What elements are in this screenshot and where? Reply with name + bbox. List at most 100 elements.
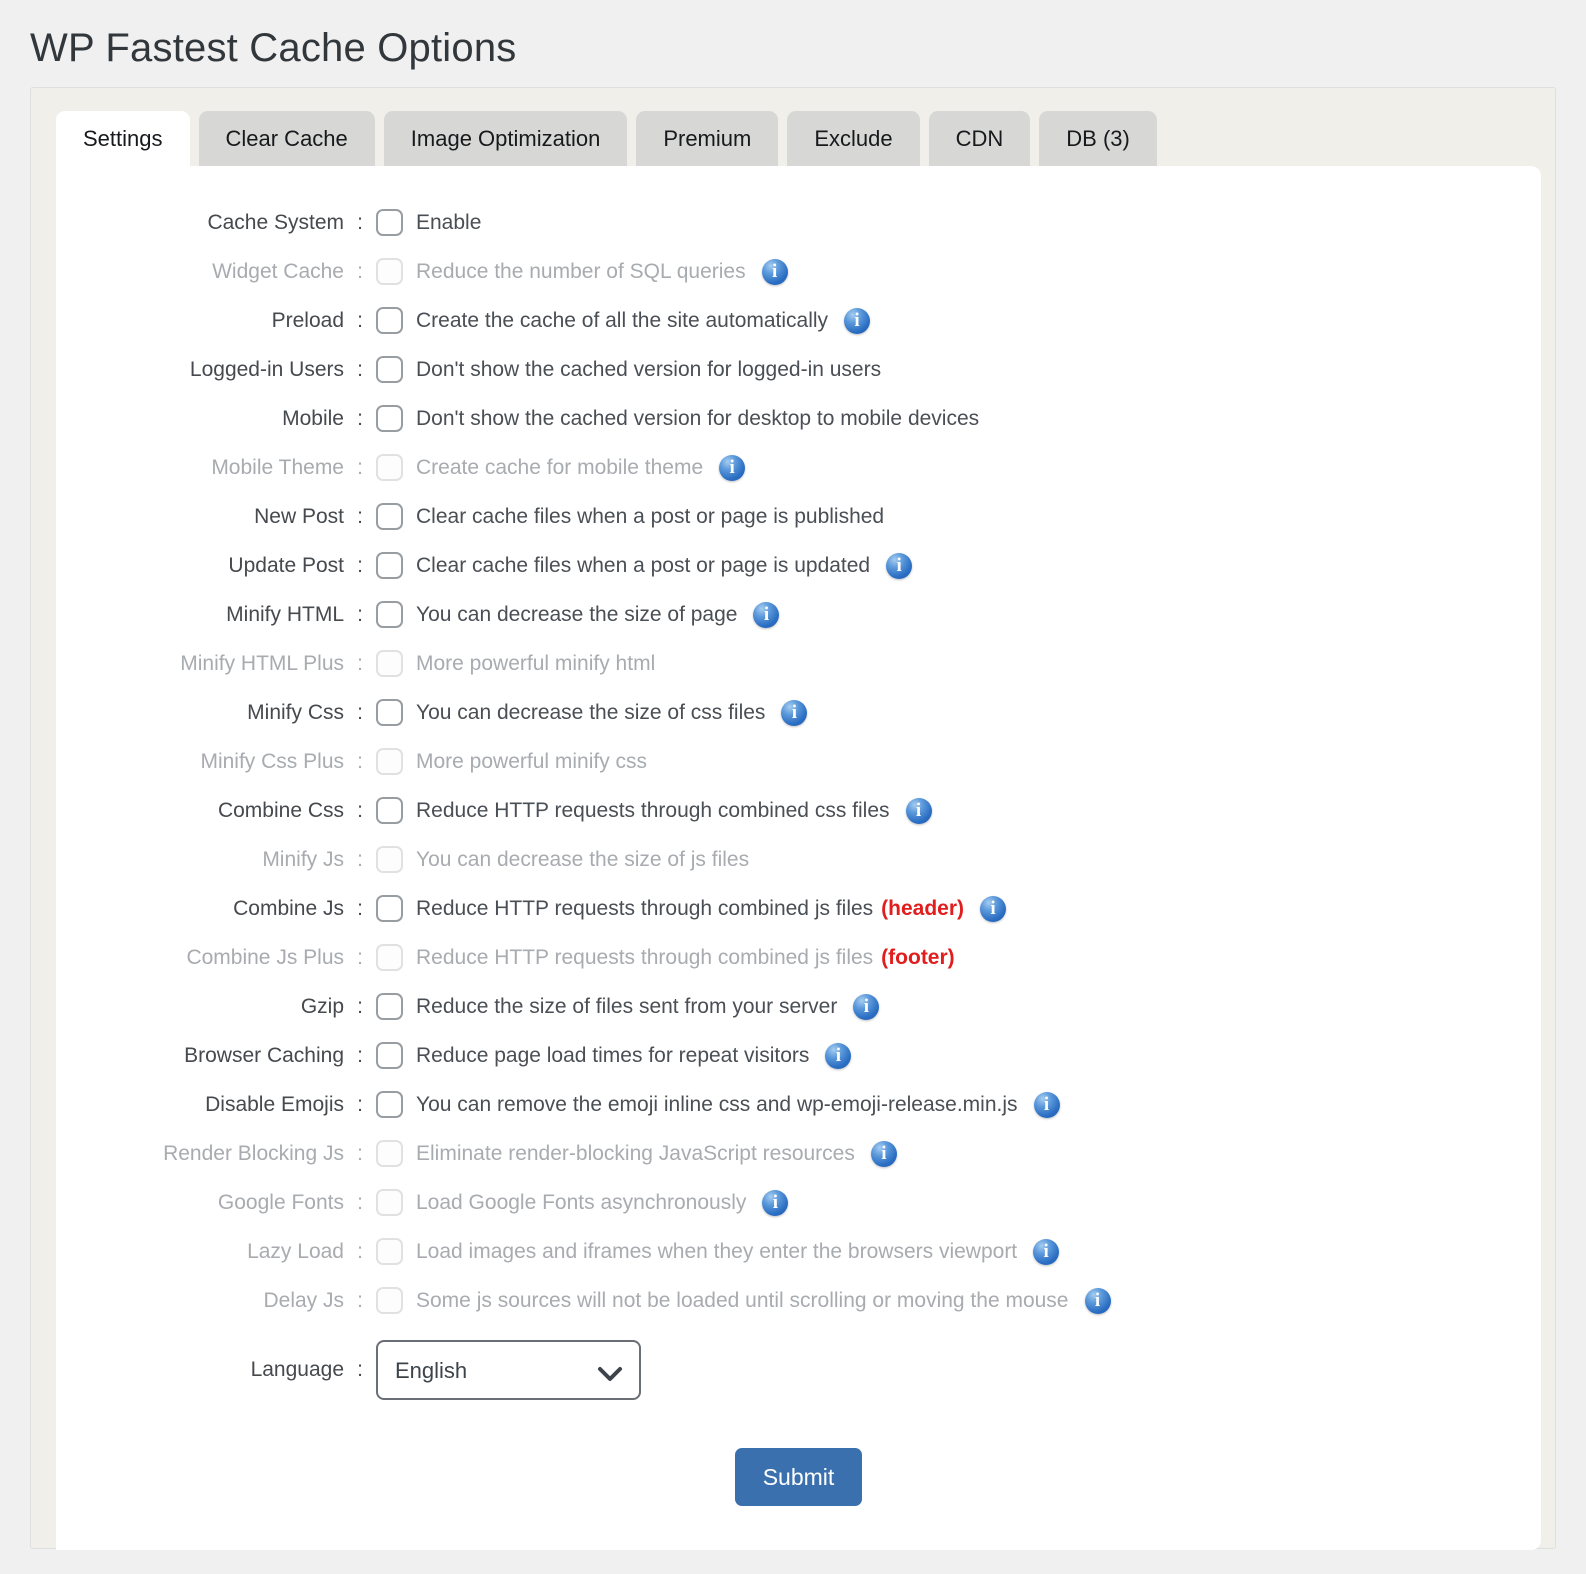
info-icon[interactable]: i	[886, 553, 912, 579]
settings-form: Cache System : Enable i Widget Cache : R…	[56, 198, 1541, 1325]
option-description: Reduce the number of SQL queries	[416, 260, 746, 284]
option-checkbox[interactable]	[376, 356, 403, 383]
tab-clear-cache[interactable]: Clear Cache	[199, 111, 375, 166]
option-row-cache-system: Cache System : Enable i	[56, 198, 1541, 247]
option-description: You can decrease the size of page	[416, 603, 737, 627]
tab-exclude[interactable]: Exclude	[787, 111, 919, 166]
option-checkbox[interactable]	[376, 699, 403, 726]
language-label: Language	[56, 1358, 344, 1382]
info-icon[interactable]: i	[1085, 1288, 1111, 1314]
option-checkbox[interactable]	[376, 601, 403, 628]
option-row-widget-cache: Widget Cache : Reduce the number of SQL …	[56, 247, 1541, 296]
option-description: Enable	[416, 211, 481, 235]
tab-image-optimization[interactable]: Image Optimization	[384, 111, 628, 166]
info-icon[interactable]: i	[762, 1190, 788, 1216]
option-row-gzip: Gzip : Reduce the size of files sent fro…	[56, 982, 1541, 1031]
info-icon[interactable]: i	[871, 1141, 897, 1167]
info-icon[interactable]: i	[753, 602, 779, 628]
info-icon[interactable]: i	[980, 896, 1006, 922]
option-checkbox	[376, 748, 403, 775]
label-colon: :	[344, 260, 376, 284]
option-row-logged-in-users: Logged-in Users : Don't show the cached …	[56, 345, 1541, 394]
language-select[interactable]: English	[376, 1340, 641, 1400]
option-description: Clear cache files when a post or page is…	[416, 554, 870, 578]
label-colon: :	[344, 358, 376, 382]
option-row-minify-html-plus: Minify HTML Plus : More powerful minify …	[56, 639, 1541, 688]
option-label: Minify HTML	[56, 603, 344, 627]
option-label: Disable Emojis	[56, 1093, 344, 1117]
option-row-combine-js-plus: Combine Js Plus : Reduce HTTP requests t…	[56, 933, 1541, 982]
option-row-preload: Preload : Create the cache of all the si…	[56, 296, 1541, 345]
option-checkbox[interactable]	[376, 1091, 403, 1118]
tab-db-3[interactable]: DB (3)	[1039, 111, 1157, 166]
option-checkbox[interactable]	[376, 1042, 403, 1069]
info-icon[interactable]: i	[1034, 1092, 1060, 1118]
option-checkbox[interactable]	[376, 993, 403, 1020]
option-label: Cache System	[56, 211, 344, 235]
option-checkbox[interactable]	[376, 895, 403, 922]
info-icon[interactable]: i	[825, 1043, 851, 1069]
label-colon: :	[344, 652, 376, 676]
option-description: Reduce HTTP requests through combined js…	[416, 897, 873, 921]
option-checkbox[interactable]	[376, 307, 403, 334]
tab-settings[interactable]: Settings	[56, 111, 190, 166]
option-row-combine-js: Combine Js : Reduce HTTP requests throug…	[56, 884, 1541, 933]
label-colon: :	[344, 456, 376, 480]
language-row: Language : English	[56, 1339, 1541, 1401]
tab-premium[interactable]: Premium	[636, 111, 778, 166]
option-checkbox	[376, 650, 403, 677]
info-icon[interactable]: i	[762, 259, 788, 285]
option-row-new-post: New Post : Clear cache files when a post…	[56, 492, 1541, 541]
tab-label: Premium	[663, 126, 751, 152]
option-label: Google Fonts	[56, 1191, 344, 1215]
label-colon: :	[344, 1044, 376, 1068]
tab-bar: Settings Clear Cache Image Optimization …	[56, 111, 1555, 166]
info-icon[interactable]: i	[853, 994, 879, 1020]
option-row-disable-emojis: Disable Emojis : You can remove the emoj…	[56, 1080, 1541, 1129]
option-label: New Post	[56, 505, 344, 529]
label-colon: :	[344, 750, 376, 774]
language-select-wrap: English	[376, 1340, 641, 1400]
label-colon: :	[344, 946, 376, 970]
label-colon: :	[344, 848, 376, 872]
option-checkbox[interactable]	[376, 797, 403, 824]
info-icon[interactable]: i	[844, 308, 870, 334]
option-checkbox	[376, 944, 403, 971]
label-colon: :	[344, 1142, 376, 1166]
option-description: Reduce the size of files sent from your …	[416, 995, 837, 1019]
option-description: Some js sources will not be loaded until…	[416, 1289, 1069, 1313]
option-label: Browser Caching	[56, 1044, 344, 1068]
option-row-minify-html: Minify HTML : You can decrease the size …	[56, 590, 1541, 639]
option-checkbox[interactable]	[376, 209, 403, 236]
option-checkbox[interactable]	[376, 405, 403, 432]
option-description: You can decrease the size of css files	[416, 701, 765, 725]
option-row-google-fonts: Google Fonts : Load Google Fonts asynchr…	[56, 1178, 1541, 1227]
label-colon: :	[344, 1240, 376, 1264]
option-description: Load images and iframes when they enter …	[416, 1240, 1017, 1264]
option-row-browser-caching: Browser Caching : Reduce page load times…	[56, 1031, 1541, 1080]
label-colon: :	[344, 603, 376, 627]
tab-label: Image Optimization	[411, 126, 601, 152]
option-label: Logged-in Users	[56, 358, 344, 382]
tab-label: Settings	[83, 126, 163, 152]
label-colon: :	[344, 1191, 376, 1215]
label-colon: :	[344, 211, 376, 235]
option-row-minify-css-plus: Minify Css Plus : More powerful minify c…	[56, 737, 1541, 786]
tab-cdn[interactable]: CDN	[929, 111, 1031, 166]
option-label: Minify Css Plus	[56, 750, 344, 774]
info-icon[interactable]: i	[719, 455, 745, 481]
option-checkbox[interactable]	[376, 503, 403, 530]
option-description: Reduce HTTP requests through combined js…	[416, 946, 873, 970]
info-icon[interactable]: i	[781, 700, 807, 726]
option-label: Minify Css	[56, 701, 344, 725]
info-icon[interactable]: i	[1033, 1239, 1059, 1265]
info-icon[interactable]: i	[906, 798, 932, 824]
tab-label: Clear Cache	[226, 126, 348, 152]
option-row-delay-js: Delay Js : Some js sources will not be l…	[56, 1276, 1541, 1325]
option-row-mobile: Mobile : Don't show the cached version f…	[56, 394, 1541, 443]
label-colon: :	[344, 554, 376, 578]
submit-button[interactable]: Submit	[735, 1448, 862, 1506]
option-checkbox[interactable]	[376, 552, 403, 579]
label-colon: :	[344, 309, 376, 333]
label-colon: :	[344, 701, 376, 725]
